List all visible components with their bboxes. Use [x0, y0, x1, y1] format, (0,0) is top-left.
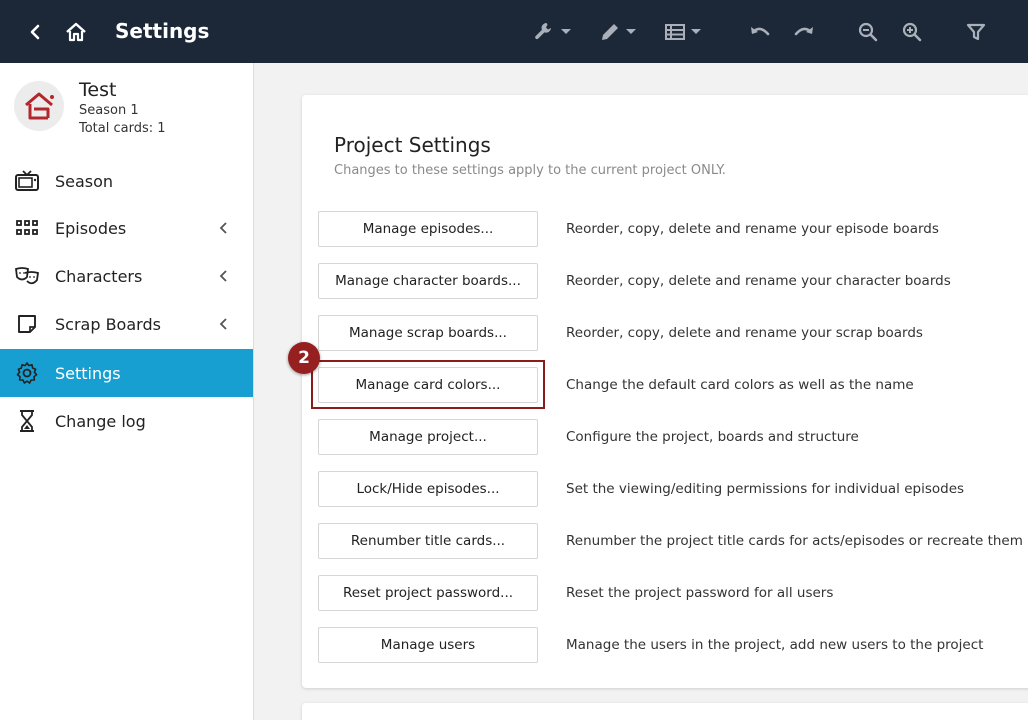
sidebar-item-characters[interactable]: Characters [0, 252, 253, 300]
sidebar-item-scrap-boards[interactable]: Scrap Boards [0, 300, 253, 348]
row-description: Renumber the project title cards for act… [566, 533, 1023, 549]
sidebar-item-label: Season [55, 171, 114, 191]
project-season: Season 1 [79, 103, 139, 118]
edit-dropdown[interactable] [594, 0, 640, 63]
sidebar-item-settings[interactable]: Settings [0, 349, 253, 397]
filter-icon[interactable] [962, 0, 990, 63]
sidebar-item-label: Episodes [55, 218, 127, 238]
sidebar-item-label: Scrap Boards [55, 314, 161, 334]
renumber-title-cards-button[interactable]: Renumber title cards... [318, 523, 538, 559]
row-description: Manage the users in the project, add new… [566, 637, 984, 653]
settings-row: Manage project... Configure the project,… [318, 419, 1018, 455]
top-toolbar: Settings [0, 0, 1028, 63]
settings-row: Manage users Manage the users in the pro… [318, 627, 1018, 663]
section-subtitle: Changes to these settings apply to the c… [334, 163, 726, 178]
manage-users-button[interactable]: Manage users [318, 627, 538, 663]
back-arrow-icon[interactable] [22, 0, 48, 63]
project-card-count: Total cards: 1 [79, 121, 166, 136]
chevron-left-icon[interactable] [215, 316, 231, 332]
pencil-icon [601, 23, 618, 40]
row-description: Reorder, copy, delete and rename your ch… [566, 273, 951, 289]
project-header: Test Season 1 Total cards: 1 [14, 79, 244, 141]
sidebar-item-change-log[interactable]: Change log [0, 397, 253, 445]
sidebar-item-label: Change log [55, 411, 146, 431]
view-dropdown[interactable] [659, 0, 705, 63]
step-highlight-box [311, 360, 545, 409]
row-description: Set the viewing/editing permissions for … [566, 481, 965, 497]
zoom-out-icon[interactable] [854, 0, 882, 63]
row-description: Change the default card colors as well a… [566, 377, 914, 393]
tv-icon [14, 168, 40, 194]
tools-dropdown[interactable] [528, 0, 574, 63]
row-description: Reorder, copy, delete and rename your ep… [566, 221, 939, 237]
redo-icon[interactable] [790, 0, 818, 63]
chevron-down-icon [625, 29, 636, 34]
list-icon [664, 23, 685, 40]
next-section-card [302, 703, 1028, 720]
chevron-down-icon [560, 29, 571, 34]
manage-episodes-button[interactable]: Manage episodes... [318, 211, 538, 247]
manage-character-boards-button[interactable]: Manage character boards... [318, 263, 538, 299]
home-icon[interactable] [62, 0, 90, 63]
sidebar-item-season[interactable]: Season [0, 157, 253, 205]
chevron-left-icon[interactable] [215, 268, 231, 284]
lock-hide-episodes-button[interactable]: Lock/Hide episodes... [318, 471, 538, 507]
wrench-icon [534, 22, 551, 39]
avatar [14, 81, 64, 131]
row-description: Reset the project password for all users [566, 585, 834, 601]
sidebar-item-label: Settings [55, 363, 121, 383]
manage-project-button[interactable]: Manage project... [318, 419, 538, 455]
project-logo-icon [25, 92, 54, 120]
undo-icon[interactable] [746, 0, 774, 63]
settings-row: Manage episodes... Reorder, copy, delete… [318, 211, 1018, 247]
sidebar-item-label: Characters [55, 266, 143, 286]
reset-project-password-button[interactable]: Reset project password... [318, 575, 538, 611]
chevron-down-icon [690, 29, 701, 34]
settings-row: Manage scrap boards... Reorder, copy, de… [318, 315, 1018, 351]
section-title: Project Settings [334, 133, 491, 157]
settings-row: Renumber title cards... Renumber the pro… [318, 523, 1023, 559]
theater-masks-icon [14, 263, 40, 289]
gear-icon [14, 360, 40, 386]
project-name: Test [79, 79, 117, 101]
zoom-in-icon[interactable] [898, 0, 926, 63]
settings-row: Manage character boards... Reorder, copy… [318, 263, 1018, 299]
grid-icon [14, 215, 40, 241]
row-description: Reorder, copy, delete and rename your sc… [566, 325, 923, 341]
step-number-badge: 2 [288, 342, 320, 374]
settings-row: Lock/Hide episodes... Set the viewing/ed… [318, 471, 1018, 507]
sidebar: Test Season 1 Total cards: 1 Season Epis… [0, 63, 254, 720]
hourglass-icon [14, 408, 40, 434]
sticky-note-icon [14, 311, 40, 337]
settings-row: Reset project password... Reset the proj… [318, 575, 1018, 611]
sidebar-item-episodes[interactable]: Episodes [0, 204, 253, 252]
manage-scrap-boards-button[interactable]: Manage scrap boards... [318, 315, 538, 351]
chevron-left-icon[interactable] [215, 220, 231, 236]
page-title: Settings [115, 19, 210, 43]
row-description: Configure the project, boards and struct… [566, 429, 859, 445]
